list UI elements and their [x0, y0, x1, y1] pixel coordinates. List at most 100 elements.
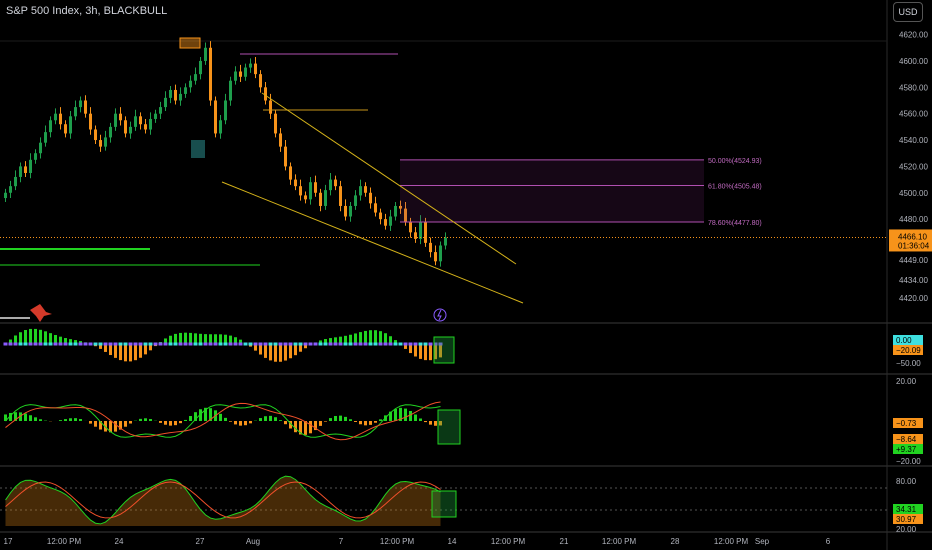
candle-body [384, 219, 387, 226]
histogram-bar [34, 417, 37, 421]
candle-body [329, 179, 332, 191]
histogram-bar [354, 421, 357, 422]
histogram-bar [264, 416, 267, 421]
indicator-label: 80.00 [896, 477, 917, 486]
highlight-box [433, 336, 455, 364]
signal-dot [423, 342, 428, 346]
candle-body [269, 100, 272, 114]
histogram-bar [129, 344, 132, 362]
signal-dot [93, 342, 98, 346]
signal-dot [118, 342, 123, 346]
candle-body [154, 113, 157, 119]
histogram-bar [219, 413, 222, 421]
signal-dot [113, 342, 118, 346]
candle-body [144, 124, 147, 130]
price-timer: 01:36:04 [898, 241, 930, 250]
signal-dot [98, 342, 103, 346]
histogram-bar [144, 418, 147, 421]
candle-body [319, 192, 322, 206]
signal-dot [193, 342, 198, 346]
candle-body [139, 116, 142, 125]
histogram-bar [79, 419, 82, 421]
candle-body [429, 242, 432, 253]
annotations: 50.00%(4524.93) 61.80%(4505.48) 78.60%(447… [0, 37, 887, 322]
candle-body [134, 116, 137, 127]
candle-body [244, 67, 247, 77]
candle-body [389, 216, 392, 226]
histogram-bar [349, 419, 352, 421]
candle-body [219, 120, 222, 134]
x-tick-label: 12:00 PM [714, 537, 749, 546]
candle-body [19, 166, 22, 177]
candle-body [109, 126, 112, 138]
indicator-2-pane: 20.00 −0.73 −8.64+9.37 −20.00 [4, 377, 923, 466]
signal-dot [358, 342, 363, 346]
y-tick-label: 4480.00 [899, 215, 928, 224]
signal-dot [83, 342, 88, 346]
histogram-bar [294, 344, 297, 356]
signal-dot [253, 342, 258, 346]
signal-dot [8, 342, 13, 346]
histogram-bar [64, 419, 67, 421]
candle-body [359, 186, 362, 196]
signal-dot [178, 342, 183, 346]
y-tick-label: 4580.00 [899, 83, 928, 92]
histogram-bar [124, 344, 127, 362]
candle-body [39, 142, 42, 154]
histogram-bar [419, 418, 422, 421]
candle-body [14, 176, 17, 187]
signal-dot [48, 342, 53, 346]
chart-canvas[interactable]: 50.00%(4524.93) 61.80%(4505.48) 78.60%(447… [0, 0, 932, 550]
histogram-bar [144, 344, 147, 355]
signal-dot [123, 342, 128, 346]
histogram-bar [139, 418, 142, 421]
candle-body [204, 47, 207, 61]
histogram-bar [369, 330, 372, 344]
signal-dot [208, 342, 213, 346]
candle-body [29, 159, 32, 173]
histogram-bar [429, 421, 432, 425]
histogram-bar [109, 344, 112, 356]
candle-body [24, 166, 27, 173]
histogram-bar [309, 421, 312, 434]
candle-body [79, 100, 82, 108]
histogram-bar [409, 410, 412, 421]
candle-body [419, 221, 422, 239]
candle-body [239, 71, 242, 77]
signal-dot [223, 342, 228, 346]
signal-dot [38, 342, 43, 346]
histogram-bar [429, 344, 432, 361]
signal-dot [398, 342, 403, 346]
histogram-bar [249, 421, 252, 424]
signal-dot [288, 342, 293, 346]
indicator-label: −50.00 [896, 359, 921, 368]
x-tick-label: 21 [560, 537, 569, 546]
histogram-bar [114, 421, 117, 432]
x-tick-label: 28 [671, 537, 680, 546]
histogram-bar [419, 344, 422, 359]
candle-body [254, 63, 257, 75]
histogram-bar [284, 421, 287, 425]
x-tick-label: 14 [448, 537, 457, 546]
signal-dot [18, 342, 23, 346]
signal-dot [148, 342, 153, 346]
histogram-bar [39, 329, 42, 344]
histogram-bar [49, 333, 52, 344]
histogram-bar [29, 328, 32, 344]
candle-body [74, 107, 77, 117]
candle-body [164, 97, 167, 108]
candle-body [284, 146, 287, 167]
indicator-label: −20.00 [896, 457, 921, 466]
candle-body [69, 116, 72, 134]
signal-dot [58, 342, 63, 346]
signal-dot [273, 342, 278, 346]
histogram-bar [194, 333, 197, 344]
fib-label: 50.00%(4524.93) [708, 158, 762, 165]
histogram-bar [44, 331, 47, 344]
candle-body [44, 132, 47, 143]
indicator-label: 0.00 [896, 336, 912, 345]
signal-dot [378, 342, 383, 346]
histogram-bar [184, 332, 187, 344]
signal-dot [163, 342, 168, 346]
histogram-bar [259, 344, 262, 355]
